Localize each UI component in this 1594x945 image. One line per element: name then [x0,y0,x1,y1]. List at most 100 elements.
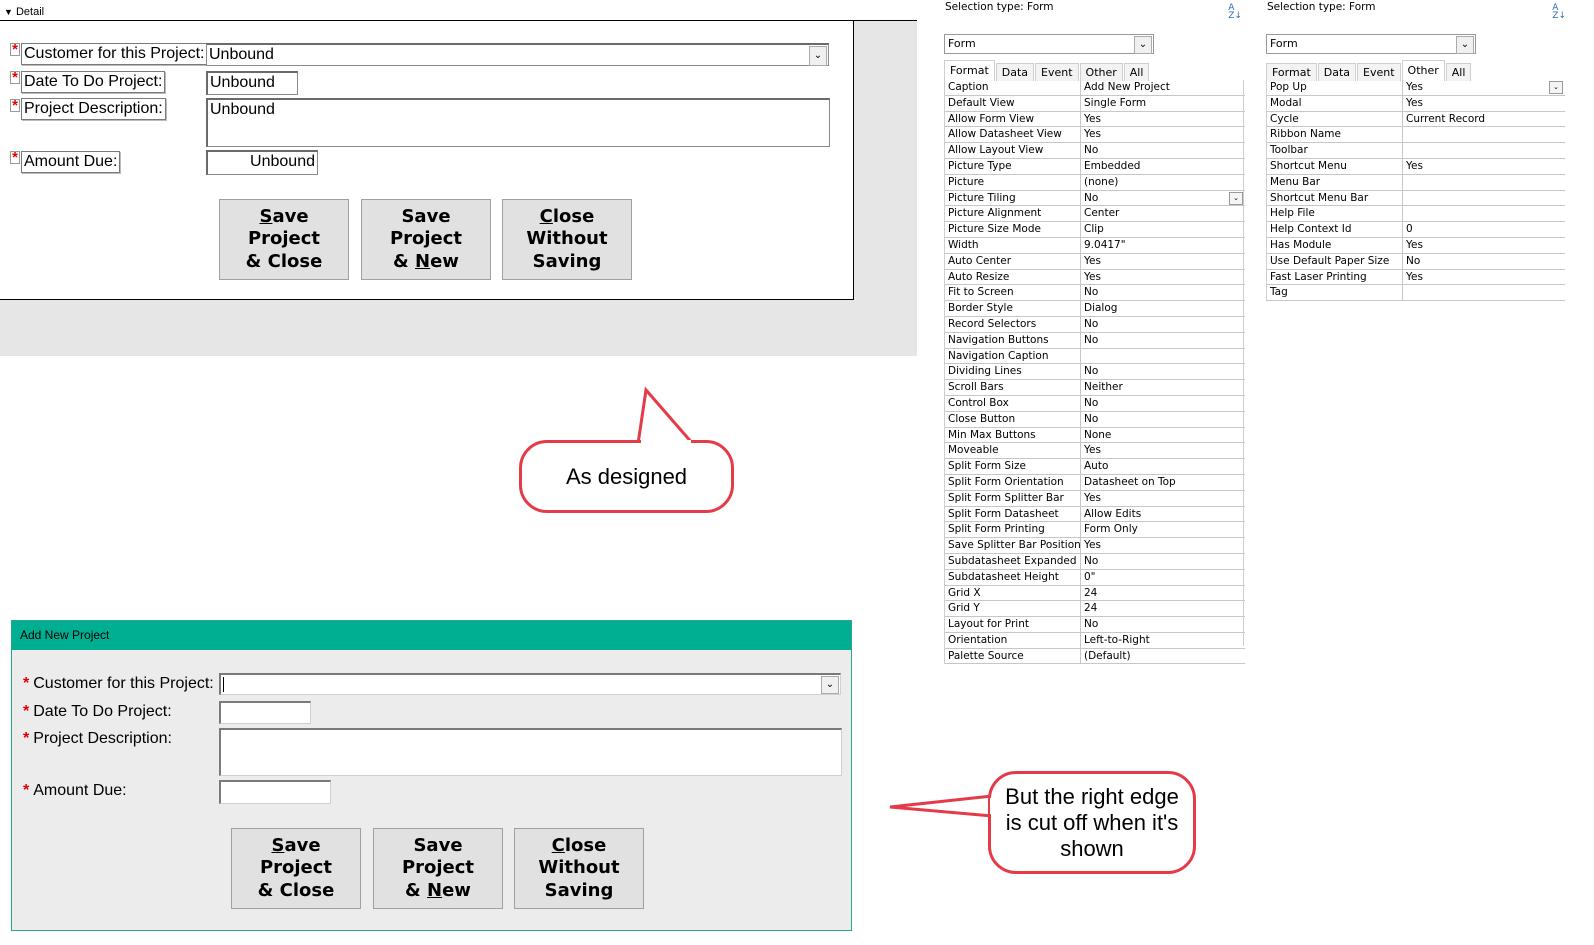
property-value[interactable]: No [1081,396,1245,411]
property-value[interactable]: No [1081,317,1245,332]
property-value[interactable]: Center [1081,206,1245,221]
property-value[interactable] [1403,127,1565,142]
property-value[interactable]: Yes [1403,238,1565,253]
property-row-modal[interactable]: Modal Yes [1267,95,1565,112]
save-close-button-design[interactable]: Save Project & Close [219,199,349,280]
customer-combo-runtime[interactable]: ⌄ [219,673,841,695]
property-value[interactable]: Yes [1081,112,1245,127]
property-value[interactable]: No [1081,143,1245,158]
property-value[interactable]: Yes [1403,96,1565,111]
tab-all[interactable]: All [1123,63,1150,81]
property-value[interactable]: Yes [1081,127,1245,142]
property-row-navigation-buttons[interactable]: Navigation Buttons No [945,332,1245,349]
tab-data[interactable]: Data [1317,63,1357,81]
property-value[interactable]: Yes [1081,254,1245,269]
property-value[interactable]: Yes [1403,270,1565,285]
object-selector[interactable]: Form ⌄ [944,34,1154,54]
property-value[interactable]: 0" [1081,570,1245,585]
chevron-down-icon[interactable]: ⌄ [1456,36,1474,54]
property-value[interactable]: (Default) [1081,649,1245,664]
date-field-runtime[interactable] [219,701,311,724]
tab-all[interactable]: All [1445,63,1472,81]
property-row-navigation-caption[interactable]: Navigation Caption [945,348,1245,365]
property-value[interactable]: Embedded [1081,159,1245,174]
property-value[interactable] [1403,206,1565,221]
property-row-scroll-bars[interactable]: Scroll Bars Neither [945,380,1245,396]
property-value[interactable]: 24 [1081,586,1245,601]
property-value[interactable]: No [1081,617,1245,632]
property-row-record-selectors[interactable]: Record Selectors No [945,316,1245,333]
description-field-runtime[interactable] [219,728,842,776]
property-row-menu-bar[interactable]: Menu Bar [1267,174,1565,191]
property-value[interactable]: 24 [1081,601,1245,616]
sort-az-icon[interactable]: A Z↓ [1228,4,1242,21]
description-field-design[interactable]: Unbound [206,98,830,147]
property-value[interactable]: Yes [1081,443,1245,458]
customer-combo-design[interactable]: Unbound ⌄ [206,43,829,66]
tab-format[interactable]: Format [944,60,995,81]
property-row-split-form-orientation[interactable]: Split Form Orientation Datasheet on Top [945,474,1245,491]
tab-other[interactable]: Other [1401,60,1445,81]
property-row-tag[interactable]: Tag [1267,285,1565,302]
tab-data[interactable]: Data [995,63,1035,81]
property-value[interactable]: No [1081,285,1245,300]
amount-field-design[interactable]: Unbound [206,150,318,175]
chevron-down-icon[interactable]: ⌄ [1134,36,1152,54]
property-row-caption[interactable]: Caption Add New Project [945,80,1245,96]
date-label[interactable]: Date To Do Project: [21,71,166,93]
property-row-shortcut-menu[interactable]: Shortcut Menu Yes [1267,158,1565,175]
detail-section-bar[interactable]: ▼ Detail [0,0,917,21]
property-value[interactable]: Yes ⌄ [1403,80,1565,95]
property-row-orientation[interactable]: Orientation Left-to-Right [945,632,1245,649]
tab-format[interactable]: Format [1266,63,1317,81]
tab-event[interactable]: Event [1035,63,1079,81]
tab-event[interactable]: Event [1357,63,1401,81]
chevron-down-icon[interactable]: ⌄ [1229,191,1243,205]
description-label[interactable]: Project Description: [21,98,166,120]
property-row-auto-resize[interactable]: Auto Resize Yes [945,269,1245,286]
property-row-ribbon-name[interactable]: Ribbon Name [1267,127,1565,144]
property-row-help-file[interactable]: Help File [1267,206,1565,223]
property-value[interactable] [1403,175,1565,190]
property-row-picture-type[interactable]: Picture Type Embedded [945,158,1245,175]
property-value[interactable]: No ⌄ [1081,191,1245,206]
property-row-allow-layout-view[interactable]: Allow Layout View No [945,143,1245,159]
property-value[interactable] [1403,143,1565,158]
property-value[interactable]: No [1081,333,1245,348]
property-row-picture[interactable]: Picture (none) [945,174,1245,191]
property-row-split-form-size[interactable]: Split Form Size Auto [945,459,1245,475]
tab-other[interactable]: Other [1079,63,1123,81]
property-row-split-form-datasheet[interactable]: Split Form Datasheet Allow Edits [945,506,1245,523]
property-row-toolbar[interactable]: Toolbar [1267,143,1565,159]
property-row-split-form-printing[interactable]: Split Form Printing Form Only [945,522,1245,539]
property-value[interactable]: Dialog [1081,301,1245,316]
property-row-fast-laser-printing[interactable]: Fast Laser Printing Yes [1267,269,1565,286]
property-row-allow-form-view[interactable]: Allow Form View Yes [945,111,1245,128]
property-value[interactable]: Auto [1081,459,1245,474]
chevron-down-icon[interactable]: ⌄ [1549,81,1563,94]
property-row-border-style[interactable]: Border Style Dialog [945,301,1245,317]
property-value[interactable]: Neither [1081,380,1245,395]
property-row-dividing-lines[interactable]: Dividing Lines No [945,364,1245,381]
property-row-pop-up[interactable]: Pop Up Yes ⌄ [1267,80,1565,96]
property-row-has-module[interactable]: Has Module Yes [1267,237,1565,254]
property-value[interactable]: Clip [1081,222,1245,237]
property-row-save-splitter-bar-position[interactable]: Save Splitter Bar Position Yes [945,538,1245,554]
property-row-picture-tiling[interactable]: Picture Tiling No ⌄ [945,190,1245,207]
save-new-button[interactable]: Save Project & New [373,828,503,909]
property-row-moveable[interactable]: Moveable Yes [945,443,1245,460]
property-row-subdatasheet-expanded[interactable]: Subdatasheet Expanded No [945,553,1245,570]
property-value[interactable] [1403,191,1565,206]
property-row-picture-alignment[interactable]: Picture Alignment Center [945,206,1245,223]
close-without-saving-button[interactable]: Close Without Saving [514,828,644,909]
amount-label[interactable]: Amount Due: [21,151,121,173]
property-value[interactable]: No [1081,364,1245,379]
property-row-picture-size-mode[interactable]: Picture Size Mode Clip [945,222,1245,238]
property-row-palette-source[interactable]: Palette Source (Default) [945,648,1245,665]
property-value[interactable]: No [1081,412,1245,427]
property-row-min-max-buttons[interactable]: Min Max Buttons None [945,427,1245,444]
property-row-fit-to-screen[interactable]: Fit to Screen No [945,285,1245,302]
property-row-grid-y[interactable]: Grid Y 24 [945,601,1245,618]
property-row-use-default-paper-size[interactable]: Use Default Paper Size No [1267,253,1565,270]
property-row-allow-datasheet-view[interactable]: Allow Datasheet View Yes [945,127,1245,144]
